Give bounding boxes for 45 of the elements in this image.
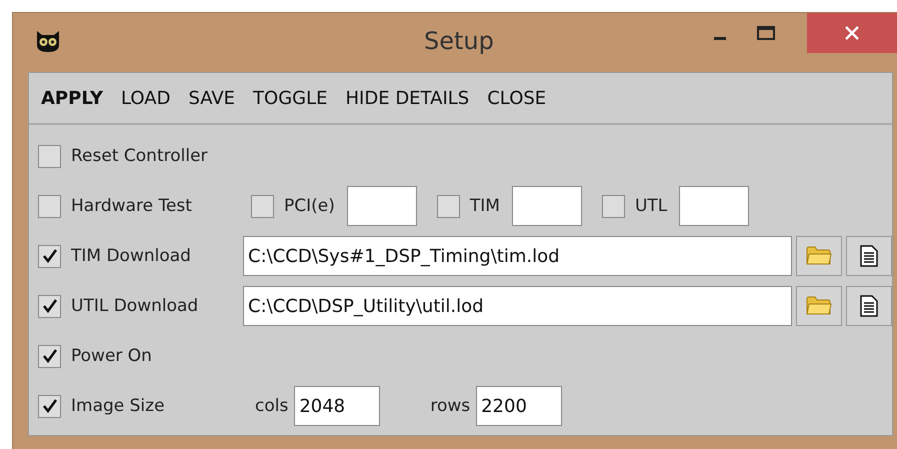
menu-item[interactable]: HIDE DETAILS — [340, 88, 482, 108]
menu-item[interactable]: LOAD — [115, 88, 182, 108]
input-field[interactable] — [346, 186, 417, 226]
document-icon — [860, 295, 878, 317]
close-icon — [844, 25, 860, 41]
checkbox-label: Hardware Test — [71, 196, 192, 216]
checkbox[interactable] — [38, 394, 61, 418]
checkbox-label: Image Size — [71, 396, 165, 416]
checkbox[interactable] — [602, 194, 625, 218]
view-button[interactable] — [846, 286, 892, 326]
checkbox-label: Power On — [71, 346, 152, 366]
menu-item[interactable]: TOGGLE — [247, 88, 340, 108]
input-field[interactable] — [679, 186, 750, 226]
folder-icon — [806, 296, 832, 316]
field-label: rows — [430, 396, 470, 416]
minimize-icon — [714, 36, 726, 40]
menu-item[interactable]: APPLY — [35, 88, 116, 108]
checkbox[interactable] — [38, 194, 61, 218]
checkbox-label: UTL — [634, 196, 668, 216]
checkbox[interactable] — [38, 294, 61, 318]
checkbox-label: Reset Controller — [71, 146, 208, 166]
checkbox[interactable] — [38, 244, 61, 268]
checkbox[interactable] — [251, 194, 274, 218]
checkbox[interactable] — [38, 144, 61, 168]
window-title: Setup — [424, 27, 494, 55]
menu-item[interactable]: CLOSE — [481, 88, 558, 108]
owl-icon — [35, 29, 61, 53]
view-button[interactable] — [846, 236, 892, 276]
checkbox-label: UTIL Download — [71, 296, 198, 316]
number-field[interactable]: 2200 — [476, 386, 562, 426]
input-field[interactable] — [512, 186, 582, 226]
path-field[interactable]: C:\CCD\DSP_Utility\util.lod — [243, 286, 792, 326]
checkbox[interactable] — [38, 344, 61, 368]
path-field[interactable]: C:\CCD\Sys#1_DSP_Timing\tim.lod — [243, 236, 792, 276]
close-button[interactable] — [807, 13, 897, 53]
field-label: cols — [255, 396, 288, 416]
checkbox-label: PCI(e) — [284, 196, 335, 216]
maximize-icon — [756, 25, 776, 41]
number-field[interactable]: 2048 — [294, 386, 380, 426]
folder-icon — [806, 246, 832, 266]
checkbox[interactable] — [436, 194, 460, 218]
document-icon — [860, 245, 878, 267]
menu-item[interactable]: SAVE — [182, 88, 248, 108]
checkbox-label: TIM Download — [71, 246, 191, 266]
checkbox-label: TIM — [470, 196, 500, 216]
